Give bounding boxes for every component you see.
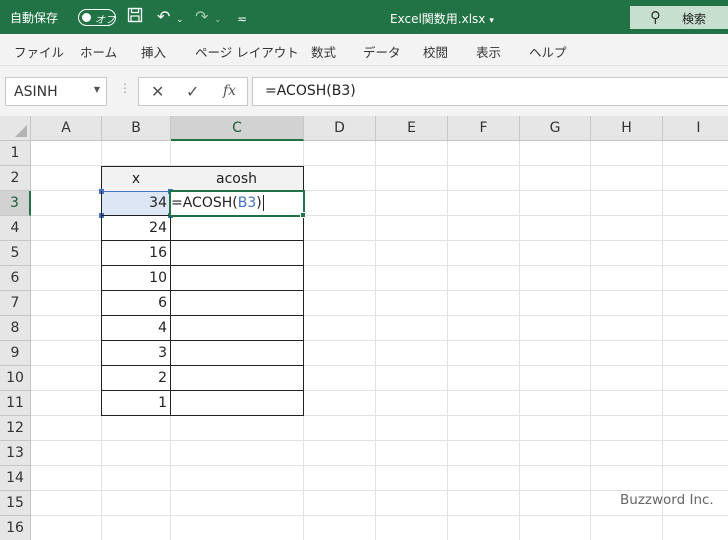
- cell-c7[interactable]: [170, 291, 304, 316]
- column-header-a[interactable]: A: [31, 116, 102, 141]
- formula-bar: ASINH ▼ ⋮ ✕ ✓ fx =ACOSH(B3): [0, 66, 728, 116]
- row-header-4[interactable]: 4: [0, 216, 31, 241]
- ribbon-tabs: ファイル ホーム 挿入 ページ レイアウト 数式 データ 校閲 表示 ヘルプ: [0, 34, 728, 66]
- cell-c8[interactable]: [170, 316, 304, 341]
- insert-function-icon[interactable]: fx: [223, 83, 236, 99]
- cell-edit-text[interactable]: =ACOSH(B3): [171, 191, 264, 216]
- cell-c9[interactable]: [170, 341, 304, 366]
- cell-b2-header-x[interactable]: x: [101, 166, 171, 192]
- cell-c11[interactable]: [170, 391, 304, 416]
- edit-reference: B3: [237, 195, 257, 211]
- autosave-label: 自動保存: [10, 11, 59, 25]
- column-header-c[interactable]: C: [171, 116, 304, 141]
- column-header-i[interactable]: I: [663, 116, 728, 141]
- row-header-8[interactable]: 8: [0, 316, 31, 341]
- select-all-button[interactable]: [0, 116, 31, 141]
- tab-view[interactable]: 表示: [476, 42, 501, 61]
- column-header-e[interactable]: E: [376, 116, 448, 141]
- gridline: [31, 515, 728, 516]
- row-header-1[interactable]: 1: [0, 141, 31, 166]
- tab-insert[interactable]: 挿入: [141, 42, 166, 61]
- cell-c6[interactable]: [170, 266, 304, 291]
- formula-bar-splitter-icon[interactable]: ⋮: [119, 81, 131, 95]
- tab-file[interactable]: ファイル: [14, 42, 64, 61]
- name-box[interactable]: ASINH ▼: [5, 77, 107, 106]
- tab-help[interactable]: ヘルプ: [529, 42, 567, 61]
- customize-toolbar-icon[interactable]: ≂: [237, 9, 247, 29]
- document-title[interactable]: Excel関数用.xlsx ▾: [390, 10, 494, 27]
- row-header-2[interactable]: 2: [0, 166, 31, 191]
- fill-handle[interactable]: [300, 212, 306, 218]
- tab-data[interactable]: データ: [363, 42, 401, 61]
- redo-icon[interactable]: ↷: [195, 7, 208, 27]
- search-icon: ⚲: [650, 8, 661, 26]
- tab-formulas[interactable]: 数式: [311, 42, 336, 61]
- cell-b10[interactable]: 2: [101, 366, 171, 391]
- tab-page-layout[interactable]: ページ レイアウト: [195, 42, 299, 61]
- gridline: [31, 440, 728, 441]
- cell-c10[interactable]: [170, 366, 304, 391]
- row-header-11[interactable]: 11: [0, 391, 31, 416]
- title-dropdown-icon: ▾: [489, 16, 494, 26]
- column-header-h[interactable]: H: [591, 116, 663, 141]
- row-header-3[interactable]: 3: [0, 191, 31, 216]
- toggle-knob: [82, 13, 91, 22]
- cell-b7[interactable]: 6: [101, 291, 171, 316]
- cell-b11[interactable]: 1: [101, 391, 171, 416]
- column-header-f[interactable]: F: [448, 116, 520, 141]
- cell-c2-header-acosh[interactable]: acosh: [170, 166, 304, 192]
- search-label: 検索: [682, 12, 707, 26]
- row-header-14[interactable]: 14: [0, 466, 31, 491]
- undo-dropdown-icon[interactable]: ⌄: [176, 10, 184, 30]
- edit-prefix: =ACOSH(: [171, 195, 238, 211]
- title-bar: 自動保存 オフ ↶ ⌄ ↷ ⌄ ≂ Excel関数用.xlsx ▾ ⚲ 検索: [0, 0, 728, 34]
- text-cursor: [262, 195, 264, 211]
- cell-b6[interactable]: 10: [101, 266, 171, 291]
- edit-suffix: ): [256, 195, 262, 211]
- row-header-9[interactable]: 9: [0, 341, 31, 366]
- cancel-icon[interactable]: ✕: [151, 82, 164, 101]
- formula-text: =ACOSH(B3): [265, 83, 356, 99]
- row-header-15[interactable]: 15: [0, 491, 31, 516]
- row-header-12[interactable]: 12: [0, 416, 31, 441]
- column-header-b[interactable]: B: [102, 116, 171, 141]
- row-header-16[interactable]: 16: [0, 516, 31, 540]
- cell-b4[interactable]: 24: [101, 216, 171, 241]
- undo-icon[interactable]: ↶: [157, 7, 170, 27]
- cell-b3[interactable]: 34: [101, 191, 171, 216]
- redo-dropdown-icon[interactable]: ⌄: [214, 10, 222, 30]
- search-box[interactable]: ⚲ 検索: [630, 6, 728, 29]
- autosave-toggle[interactable]: オフ: [78, 9, 116, 26]
- row-header-5[interactable]: 5: [0, 241, 31, 266]
- cell-c5[interactable]: [170, 241, 304, 266]
- name-box-dropdown-icon[interactable]: ▼: [94, 85, 100, 94]
- cell-b8[interactable]: 4: [101, 316, 171, 341]
- column-header-g[interactable]: G: [520, 116, 591, 141]
- formula-input[interactable]: =ACOSH(B3): [252, 77, 728, 106]
- name-box-value: ASINH: [14, 84, 58, 100]
- tab-review[interactable]: 校閲: [423, 42, 448, 61]
- worksheet-grid[interactable]: A B C D E F G H I 1 2 3 4 5 6 7 8 9 10 1…: [0, 116, 728, 540]
- row-header-7[interactable]: 7: [0, 291, 31, 316]
- watermark: Buzzword Inc.: [620, 492, 714, 508]
- enter-check-icon[interactable]: ✓: [186, 82, 199, 101]
- gridline: [31, 490, 728, 491]
- gridline: [31, 465, 728, 466]
- select-all-triangle-icon: [15, 125, 27, 137]
- row-header-10[interactable]: 10: [0, 366, 31, 391]
- row-header-13[interactable]: 13: [0, 441, 31, 466]
- formula-buttons: ✕ ✓ fx: [138, 77, 248, 106]
- row-header-6[interactable]: 6: [0, 266, 31, 291]
- tab-home[interactable]: ホーム: [80, 42, 117, 61]
- cell-b5[interactable]: 16: [101, 241, 171, 266]
- save-icon[interactable]: [127, 7, 143, 28]
- autosave-state: オフ: [95, 15, 115, 26]
- column-header-d[interactable]: D: [304, 116, 376, 141]
- cell-b9[interactable]: 3: [101, 341, 171, 366]
- cell-c4[interactable]: [170, 216, 304, 241]
